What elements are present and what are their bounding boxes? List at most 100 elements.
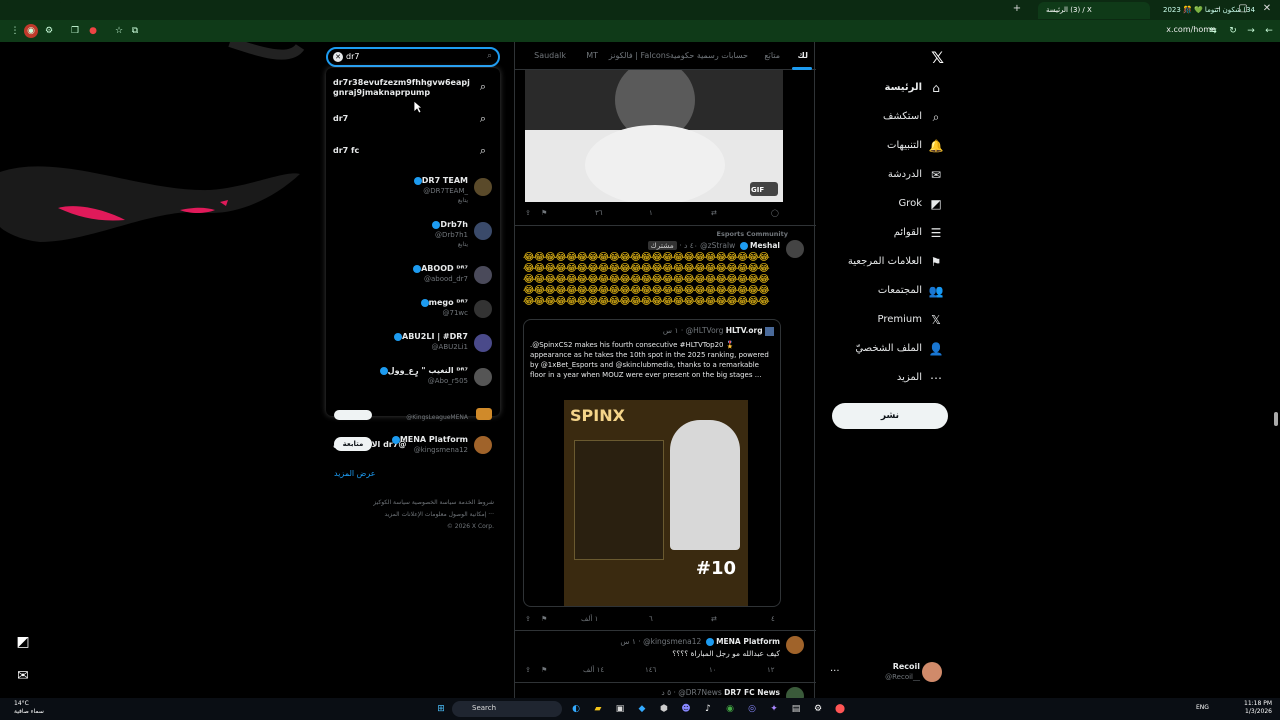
discord-icon[interactable]: ☻ <box>679 702 693 716</box>
clear-icon[interactable]: ✕ <box>333 52 343 62</box>
sidebar-icon[interactable]: ⋮ <box>8 24 22 38</box>
app-icon[interactable]: ⬤ <box>833 702 847 716</box>
nav-item-1[interactable]: ⌕ استكشف <box>804 107 944 129</box>
account-switcher[interactable]: ··· Recoil @Recoil__ <box>830 658 948 688</box>
nav-item-2[interactable]: 🔔 التنبيهات <box>804 136 944 158</box>
x-logo-icon[interactable]: 𝕏 <box>931 48 944 67</box>
show-more-link[interactable]: عرض المزيد <box>334 469 376 478</box>
tab-saudalk[interactable]: Saudalk <box>534 51 566 60</box>
quote-image[interactable]: SPINX #10 <box>564 400 748 606</box>
tab-gov[interactable]: حسابات رسمية حكومية <box>670 51 748 60</box>
app-icon[interactable]: ▤ <box>789 702 803 716</box>
reply-icon[interactable]: ◯ <box>771 209 779 217</box>
account-result[interactable]: mego ᴰᴿ⁷ @71wc <box>326 296 500 332</box>
maximize-button[interactable]: ▢ <box>1236 3 1250 17</box>
nav-item-8[interactable]: 𝕏 Premium <box>804 310 944 332</box>
share-icon[interactable]: ⇪ <box>525 209 531 217</box>
settings-icon[interactable]: ⚙ <box>811 702 825 716</box>
tab-for-you[interactable]: لك <box>798 51 808 60</box>
avatar[interactable] <box>786 636 804 654</box>
nav-item-10[interactable]: ⋯ المزيد <box>804 368 944 390</box>
store-icon[interactable]: ▣ <box>613 702 627 716</box>
browser-tab-active[interactable]: ‏(3) الرئيسة / X <box>1038 2 1150 19</box>
app-icon[interactable]: ⬢ <box>657 702 671 716</box>
nav-item-4[interactable]: ◩ Grok <box>804 194 944 216</box>
settings-icon[interactable]: ⇆ <box>1206 24 1220 38</box>
quoted-tweet[interactable]: ١ س · @HLTVorg HLTV.org .@SpinxCS2 makes… <box>523 319 781 607</box>
search-input[interactable]: ✕ dr7 ⌕ <box>326 47 500 67</box>
search-suggestion[interactable]: dr7r38evufzezm9fhhgvw6eapjgnraj9jmaknapr… <box>326 76 500 100</box>
bookmark-icon[interactable]: ⚑ <box>541 209 547 217</box>
account-result[interactable]: ABOOD ᴰᴿ⁷ @abood_dr7 <box>326 262 500 298</box>
taskbar-search[interactable]: Search <box>452 701 562 717</box>
profile-icon[interactable]: ◉ <box>24 24 38 38</box>
close-button[interactable]: ✕ <box>1260 3 1274 17</box>
share-icon[interactable]: ⇪ <box>525 666 531 674</box>
reload-icon[interactable]: ↻ <box>1226 24 1240 38</box>
clock[interactable]: 11:18 PM 1/3/2026 <box>1244 700 1272 716</box>
grok-icon[interactable]: ◩ <box>10 629 36 655</box>
nav-item-5[interactable]: ☰ القوائم <box>804 223 944 245</box>
tweet-gif[interactable] <box>525 70 783 202</box>
nav-item-9[interactable]: 👤 الملف الشخصيّ <box>804 339 944 361</box>
community-label[interactable]: Esports Community <box>717 230 788 238</box>
tab-group[interactable] <box>4 2 64 19</box>
weather-widget[interactable]: 14°C سماء صافية <box>14 700 44 716</box>
minimize-button[interactable]: – <box>1211 3 1225 17</box>
account-result[interactable]: DR7 TEAM @DR7TEAM_ يتابع <box>326 174 500 210</box>
star-icon[interactable]: ☆ <box>112 24 126 38</box>
extension-icon[interactable]: ⚙ <box>42 24 56 38</box>
footer-line[interactable]: إمكانية الوصول معلومات الإعلانات المزيد … <box>326 509 494 521</box>
retweet-icon[interactable]: ⇄ <box>711 209 717 217</box>
search-suggestion[interactable]: dr7 fc ⌕ <box>326 142 500 160</box>
bookmark-icon[interactable]: ⚑ <box>541 666 547 674</box>
follow-button[interactable] <box>334 410 372 420</box>
teams-icon[interactable]: ✦ <box>767 702 781 716</box>
account-result[interactable]: النغيب " رٍع_وول ᴰᴿ⁷ @Abo_r505 <box>326 364 500 400</box>
nav-item-3[interactable]: ✉ الدردشة <box>804 165 944 187</box>
post-button[interactable]: نشر <box>832 403 948 429</box>
tab-falcons[interactable]: فالكونز | Falcons <box>609 51 670 60</box>
bookmark-icon[interactable]: ⚑ <box>541 615 547 623</box>
like-count[interactable]: ١٤٦ <box>645 666 656 674</box>
follow-suggestion[interactable]: @KingsLeagueMENA <box>326 406 500 430</box>
views-count[interactable]: ٣٦ <box>595 209 603 217</box>
folder-icon[interactable]: ▰ <box>591 702 605 716</box>
tweet-author[interactable]: MENA Platform <box>716 637 780 646</box>
tab-mt[interactable]: MT <box>586 51 598 60</box>
views-count[interactable]: ١ ألف <box>581 615 598 623</box>
account-result[interactable]: Drb7h @Drb7h1 يتابع <box>326 218 500 254</box>
edge-icon[interactable]: ◐ <box>569 702 583 716</box>
start-icon[interactable]: ⊞ <box>434 702 448 716</box>
back-icon[interactable]: ← <box>1262 24 1276 38</box>
follow-suggestion[interactable]: متابعة MENA Platform @kingsmena12 <box>326 434 500 462</box>
footer-line[interactable]: شروط الخدمة سياسة الخصوصية سياسة الكوكيز <box>326 497 494 509</box>
mail-icon[interactable]: ✉ <box>10 663 36 689</box>
like-count[interactable]: ١ <box>649 209 653 217</box>
tiktok-icon[interactable]: ♪ <box>701 702 715 716</box>
nav-item-6[interactable]: ⚑ العلامات المرجعية <box>804 252 944 274</box>
retweet-count[interactable]: ١٠ <box>709 666 717 674</box>
views-count[interactable]: ١٤ ألف <box>583 666 604 674</box>
follow-button[interactable]: متابعة <box>334 437 372 451</box>
nav-item-0[interactable]: ⌂ الرئيسة <box>804 78 944 100</box>
app-icon[interactable]: ◎ <box>745 702 759 716</box>
reply-count[interactable]: ١٢ <box>767 666 775 674</box>
avatar[interactable] <box>786 687 804 698</box>
like-count[interactable]: ٦ <box>649 615 653 623</box>
scrollbar[interactable] <box>1274 412 1278 426</box>
tweet-author[interactable]: DR7 FC News <box>724 688 780 697</box>
account-result[interactable]: ABU2LI | #DR7 @ABU2Li1 <box>326 330 500 366</box>
tweet-author[interactable]: Meshal <box>750 241 780 250</box>
nav-item-7[interactable]: 👥 المجتمعات <box>804 281 944 303</box>
tabs-icon[interactable]: ❐ <box>68 24 82 38</box>
new-tab-button[interactable]: + <box>1010 3 1024 17</box>
app-icon[interactable]: ◆ <box>635 702 649 716</box>
tab-following[interactable]: متابَع <box>764 51 780 60</box>
avatar[interactable] <box>786 240 804 258</box>
forward-icon[interactable]: → <box>1244 24 1258 38</box>
share-icon[interactable]: ⇪ <box>525 615 531 623</box>
language-indicator[interactable]: ENG <box>1196 704 1209 711</box>
record-icon[interactable]: ● <box>86 24 100 38</box>
reply-count[interactable]: ٤ <box>771 615 775 623</box>
